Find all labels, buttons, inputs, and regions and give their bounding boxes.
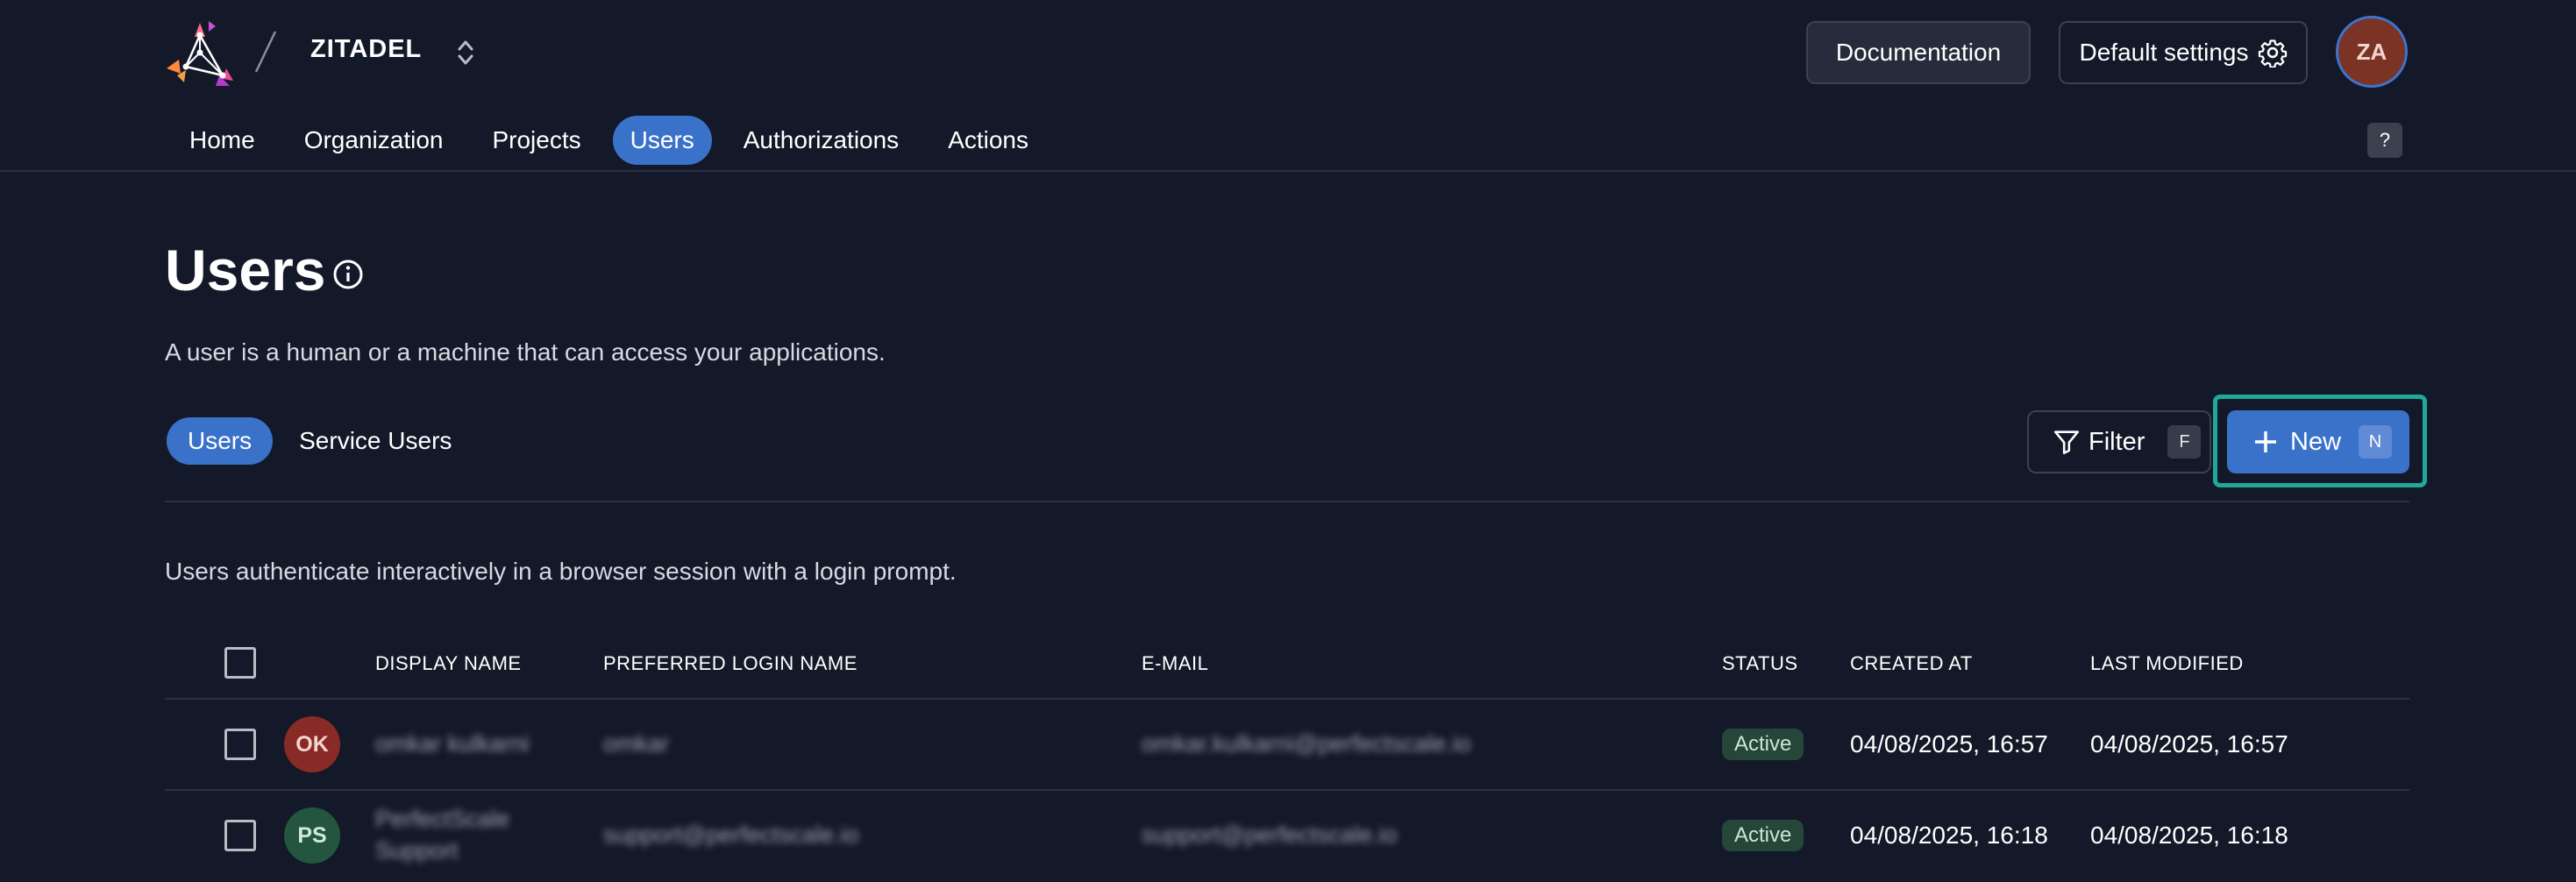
column-last-modified[interactable]: LAST MODIFIED <box>2090 652 2244 675</box>
plus-icon <box>2255 431 2276 452</box>
row-avatar: PS <box>284 807 340 864</box>
row-checkbox[interactable] <box>224 729 256 760</box>
users-list-description: Users authenticate interactively in a br… <box>165 558 957 585</box>
table-header: DISPLAY NAME PREFERRED LOGIN NAME E-MAIL… <box>165 629 2409 700</box>
zitadel-logo-icon[interactable] <box>165 18 237 89</box>
documentation-button-label: Documentation <box>1835 39 2002 66</box>
tab-users[interactable]: Users <box>167 417 274 465</box>
status-badge: Active <box>1722 820 1804 851</box>
tab-service-users[interactable]: Service Users <box>278 417 473 465</box>
table-row[interactable]: PS PerfectScale Support support@perfects… <box>165 791 2409 882</box>
row-last-modified: 04/08/2025, 16:57 <box>2090 730 2288 758</box>
select-all-checkbox[interactable] <box>224 647 256 679</box>
default-settings-button-label: Default settings <box>2079 39 2249 66</box>
row-last-modified: 04/08/2025, 16:18 <box>2090 822 2288 849</box>
row-created-at: 04/08/2025, 16:18 <box>1850 822 2048 849</box>
row-checkbox[interactable] <box>224 820 256 851</box>
new-user-button[interactable]: New N <box>2227 410 2409 473</box>
users-table: DISPLAY NAME PREFERRED LOGIN NAME E-MAIL… <box>165 629 2409 882</box>
new-button-label: New <box>2290 427 2342 456</box>
top-bar: ZITADEL Documentation Default settings Z… <box>0 0 2576 172</box>
table-row[interactable]: OK omkar kulkarni omkar omkar.kulkarni@p… <box>165 700 2409 791</box>
main-nav: Home Organization Projects Users Authori… <box>172 116 1060 165</box>
row-login-name: omkar <box>603 730 670 757</box>
user-avatar[interactable]: ZA <box>2336 16 2408 88</box>
nav-item-projects[interactable]: Projects <box>474 116 598 165</box>
column-display-name[interactable]: DISPLAY NAME <box>375 652 522 675</box>
help-button[interactable]: ? <box>2367 123 2402 158</box>
default-settings-button[interactable]: Default settings <box>2059 21 2308 84</box>
column-preferred-login-name[interactable]: PREFERRED LOGIN NAME <box>603 652 857 675</box>
row-login-name: support@perfectscale.io <box>603 822 859 848</box>
row-display-name: omkar kulkarni <box>375 730 530 757</box>
documentation-button[interactable]: Documentation <box>1806 21 2031 84</box>
filter-icon <box>2053 430 2080 455</box>
row-created-at: 04/08/2025, 16:57 <box>1850 730 2048 758</box>
new-shortcut-key: N <box>2359 425 2393 459</box>
org-name[interactable]: ZITADEL <box>310 35 422 64</box>
row-email: omkar.kulkarni@perfectscale.io <box>1142 730 1471 757</box>
filter-button-label: Filter <box>2089 427 2145 456</box>
filter-button[interactable]: Filter F <box>2027 410 2211 473</box>
row-avatar: OK <box>284 716 340 772</box>
row-display-name: PerfectScale Support <box>375 806 510 864</box>
nav-item-home[interactable]: Home <box>172 116 273 165</box>
user-type-tabs: Users Service Users <box>167 417 478 465</box>
info-icon[interactable] <box>331 258 365 291</box>
nav-item-organization[interactable]: Organization <box>287 116 461 165</box>
section-divider <box>165 501 2409 502</box>
page-title: Users <box>165 238 326 302</box>
nav-item-authorizations[interactable]: Authorizations <box>726 116 916 165</box>
filter-shortcut-key: F <box>2167 425 2202 459</box>
column-status[interactable]: STATUS <box>1722 652 1798 675</box>
gear-icon <box>2258 39 2287 68</box>
org-switch-chevrons-icon[interactable] <box>454 37 477 68</box>
nav-item-users[interactable]: Users <box>612 116 712 165</box>
column-email[interactable]: E-MAIL <box>1142 652 1208 675</box>
breadcrumb-separator-icon <box>254 31 277 73</box>
nav-item-actions[interactable]: Actions <box>930 116 1046 165</box>
column-created-at[interactable]: CREATED AT <box>1850 652 1973 675</box>
status-badge: Active <box>1722 729 1804 760</box>
page-description: A user is a human or a machine that can … <box>165 338 886 366</box>
row-email: support@perfectscale.io <box>1142 822 1398 848</box>
